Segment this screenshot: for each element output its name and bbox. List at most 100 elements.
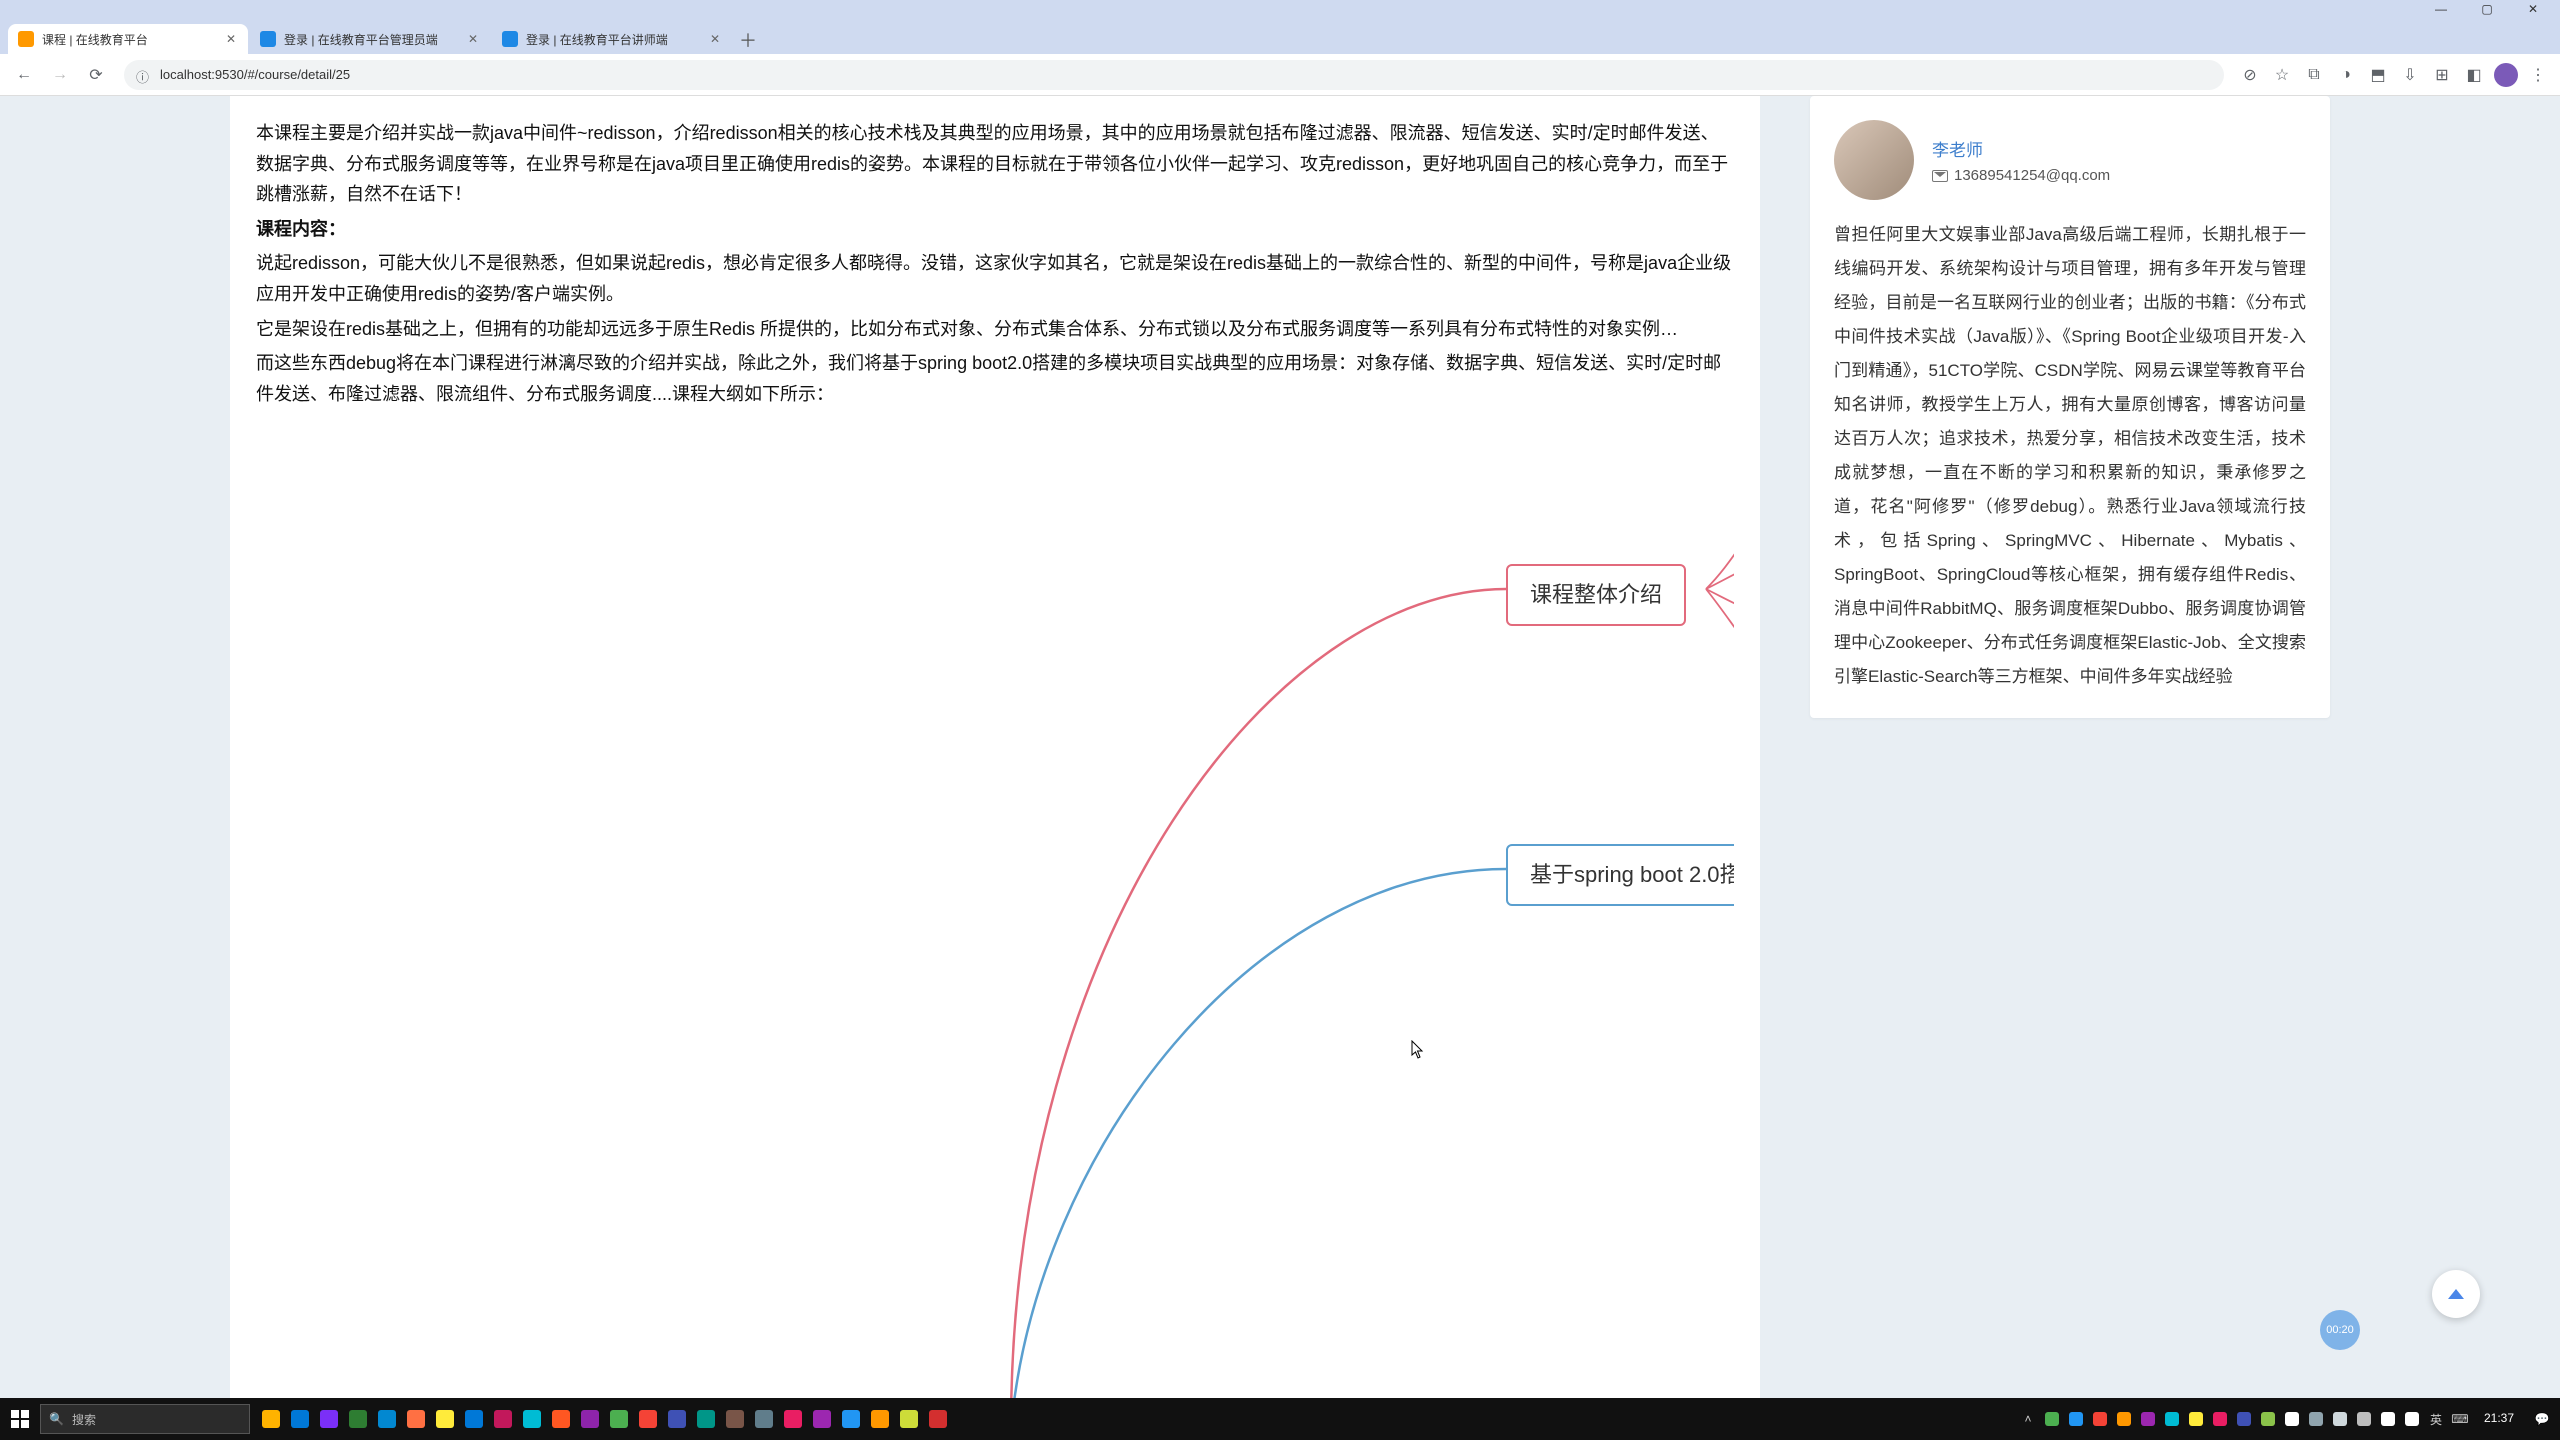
taskbar-app-8[interactable] bbox=[490, 1404, 516, 1434]
profile-avatar[interactable] bbox=[2492, 61, 2520, 89]
taskbar-app-15[interactable] bbox=[693, 1404, 719, 1434]
taskbar-app-9[interactable] bbox=[519, 1404, 545, 1434]
tray-overflow-icon[interactable]: ˄ bbox=[2018, 1409, 2038, 1429]
mindmap-node-overview: 课程整体介绍 bbox=[1506, 564, 1686, 625]
browser-tab-2[interactable]: 登录 | 在线教育平台讲师端 ✕ bbox=[492, 24, 732, 54]
taskbar-app-21[interactable] bbox=[867, 1404, 893, 1434]
tray-icon-1[interactable] bbox=[2066, 1409, 2086, 1429]
course-intro-p4: 而这些东西debug将在本门课程进行淋漓尽致的介绍并实战，除此之外，我们将基于s… bbox=[256, 348, 1734, 409]
tray-icon-0[interactable] bbox=[2042, 1409, 2062, 1429]
taskbar-app-18[interactable] bbox=[780, 1404, 806, 1434]
taskbar-search[interactable]: 🔍 搜索 bbox=[40, 1404, 250, 1434]
tab-strip: 课程 | 在线教育平台 ✕ 登录 | 在线教育平台管理员端 ✕ 登录 | 在线教… bbox=[0, 18, 2560, 54]
taskbar-app-1[interactable] bbox=[287, 1404, 313, 1434]
tray-icon-7[interactable] bbox=[2210, 1409, 2230, 1429]
course-mindmap: 课程整体介绍 基于spring boot 2.0搭建企业级多 课程介绍 课程收益… bbox=[256, 449, 1734, 1398]
omnibox[interactable]: ⓘ localhost:9530/#/course/detail/25 bbox=[124, 60, 2224, 90]
tray-icon-15[interactable] bbox=[2402, 1409, 2422, 1429]
tray-icon-6[interactable] bbox=[2186, 1409, 2206, 1429]
window-close[interactable]: ✕ bbox=[2510, 2, 2556, 16]
taskbar-app-16[interactable] bbox=[722, 1404, 748, 1434]
tab-close-icon[interactable]: ✕ bbox=[224, 32, 238, 46]
omni-action-0[interactable]: ⊘ bbox=[2236, 61, 2264, 89]
window-maximize[interactable]: ▢ bbox=[2464, 2, 2510, 16]
taskbar-apps bbox=[258, 1404, 951, 1434]
omni-action-6[interactable]: ⊞ bbox=[2428, 61, 2456, 89]
course-content: 本课程主要是介绍并实战一款java中间件~redisson，介绍redisson… bbox=[230, 96, 1760, 1398]
tab-title: 登录 | 在线教育平台管理员端 bbox=[284, 31, 458, 48]
omni-action-7[interactable]: ◧ bbox=[2460, 61, 2488, 89]
window-minimize[interactable]: — bbox=[2418, 2, 2464, 16]
browser-tab-0[interactable]: 课程 | 在线教育平台 ✕ bbox=[8, 24, 248, 54]
taskbar-app-13[interactable] bbox=[635, 1404, 661, 1434]
taskbar-app-22[interactable] bbox=[896, 1404, 922, 1434]
tray-icon-12[interactable] bbox=[2330, 1409, 2350, 1429]
taskbar-app-17[interactable] bbox=[751, 1404, 777, 1434]
page-viewport: 本课程主要是介绍并实战一款java中间件~redisson，介绍redisson… bbox=[0, 96, 2560, 1398]
taskbar-app-6[interactable] bbox=[432, 1404, 458, 1434]
floating-timer-bubble[interactable]: 00:20 bbox=[2320, 1310, 2360, 1350]
favicon bbox=[502, 31, 518, 47]
taskbar-app-4[interactable] bbox=[374, 1404, 400, 1434]
favicon bbox=[18, 31, 34, 47]
taskbar-app-5[interactable] bbox=[403, 1404, 429, 1434]
mail-icon bbox=[1932, 170, 1948, 182]
taskbar-app-2[interactable] bbox=[316, 1404, 342, 1434]
taskbar-app-11[interactable] bbox=[577, 1404, 603, 1434]
taskbar-app-0[interactable] bbox=[258, 1404, 284, 1434]
window-titlebar: — ▢ ✕ bbox=[0, 0, 2560, 18]
ime-keyboard-icon[interactable]: ⌨ bbox=[2450, 1409, 2470, 1429]
favicon bbox=[260, 31, 276, 47]
tray-icon-4[interactable] bbox=[2138, 1409, 2158, 1429]
taskbar-app-20[interactable] bbox=[838, 1404, 864, 1434]
mindmap-node-springboot: 基于spring boot 2.0搭建企业级多 bbox=[1506, 844, 1734, 905]
windows-taskbar: 🔍 搜索 ˄ 英 ⌨ 21:37 💬 bbox=[0, 1398, 2560, 1440]
ime-indicator[interactable]: 英 bbox=[2426, 1409, 2446, 1429]
taskbar-app-10[interactable] bbox=[548, 1404, 574, 1434]
omni-action-1[interactable]: ☆ bbox=[2268, 61, 2296, 89]
taskbar-app-3[interactable] bbox=[345, 1404, 371, 1434]
taskbar-app-12[interactable] bbox=[606, 1404, 632, 1434]
tray-icon-2[interactable] bbox=[2090, 1409, 2110, 1429]
tray-icon-11[interactable] bbox=[2306, 1409, 2326, 1429]
chrome-menu-icon[interactable]: ⋮ bbox=[2524, 61, 2552, 89]
tray-icon-8[interactable] bbox=[2234, 1409, 2254, 1429]
system-tray: ˄ bbox=[2018, 1409, 2426, 1429]
course-intro-p3: 它是架设在redis基础之上，但拥有的功能却远远多于原生Redis 所提供的，比… bbox=[256, 314, 1734, 345]
course-intro-p1: 本课程主要是介绍并实战一款java中间件~redisson，介绍redisson… bbox=[256, 118, 1734, 210]
site-info-icon[interactable]: ⓘ bbox=[136, 67, 152, 83]
tray-icon-5[interactable] bbox=[2162, 1409, 2182, 1429]
start-button[interactable] bbox=[0, 1398, 40, 1440]
tab-title: 登录 | 在线教育平台讲师端 bbox=[526, 31, 700, 48]
scroll-to-top-button[interactable] bbox=[2432, 1270, 2480, 1318]
url-text: localhost:9530/#/course/detail/25 bbox=[160, 67, 350, 82]
new-tab-button[interactable]: ＋ bbox=[734, 26, 762, 54]
action-center-icon[interactable]: 💬 bbox=[2524, 1398, 2560, 1440]
omni-action-2[interactable]: ⧉ bbox=[2300, 61, 2328, 89]
taskbar-app-14[interactable] bbox=[664, 1404, 690, 1434]
taskbar-app-19[interactable] bbox=[809, 1404, 835, 1434]
omni-action-4[interactable]: ⬒ bbox=[2364, 61, 2392, 89]
taskbar-clock[interactable]: 21:37 bbox=[2474, 1412, 2524, 1425]
teacher-bio: 曾担任阿里大文娱事业部Java高级后端工程师，长期扎根于一线编码开发、系统架构设… bbox=[1834, 218, 2306, 694]
teacher-name[interactable]: 李老师 bbox=[1932, 136, 2110, 161]
tray-icon-13[interactable] bbox=[2354, 1409, 2374, 1429]
tray-icon-9[interactable] bbox=[2258, 1409, 2278, 1429]
tab-close-icon[interactable]: ✕ bbox=[708, 32, 722, 46]
browser-tab-1[interactable]: 登录 | 在线教育平台管理员端 ✕ bbox=[250, 24, 490, 54]
nav-reload[interactable]: ⟳ bbox=[80, 59, 112, 91]
tray-icon-14[interactable] bbox=[2378, 1409, 2398, 1429]
tray-icon-10[interactable] bbox=[2282, 1409, 2302, 1429]
tray-icon-3[interactable] bbox=[2114, 1409, 2134, 1429]
nav-back[interactable]: ← bbox=[8, 59, 40, 91]
teacher-card: 李老师 13689541254@qq.com 曾担任阿里大文娱事业部Java高级… bbox=[1810, 96, 2330, 718]
taskbar-app-23[interactable] bbox=[925, 1404, 951, 1434]
omni-action-5[interactable]: ⇩ bbox=[2396, 61, 2424, 89]
taskbar-app-7[interactable] bbox=[461, 1404, 487, 1434]
search-placeholder: 搜索 bbox=[72, 1411, 96, 1428]
search-icon: 🔍 bbox=[49, 1412, 64, 1426]
tab-close-icon[interactable]: ✕ bbox=[466, 32, 480, 46]
teacher-avatar bbox=[1834, 120, 1914, 200]
sidebar: 李老师 13689541254@qq.com 曾担任阿里大文娱事业部Java高级… bbox=[1810, 96, 2330, 1398]
omni-action-3[interactable]: ◑ bbox=[2332, 61, 2360, 89]
